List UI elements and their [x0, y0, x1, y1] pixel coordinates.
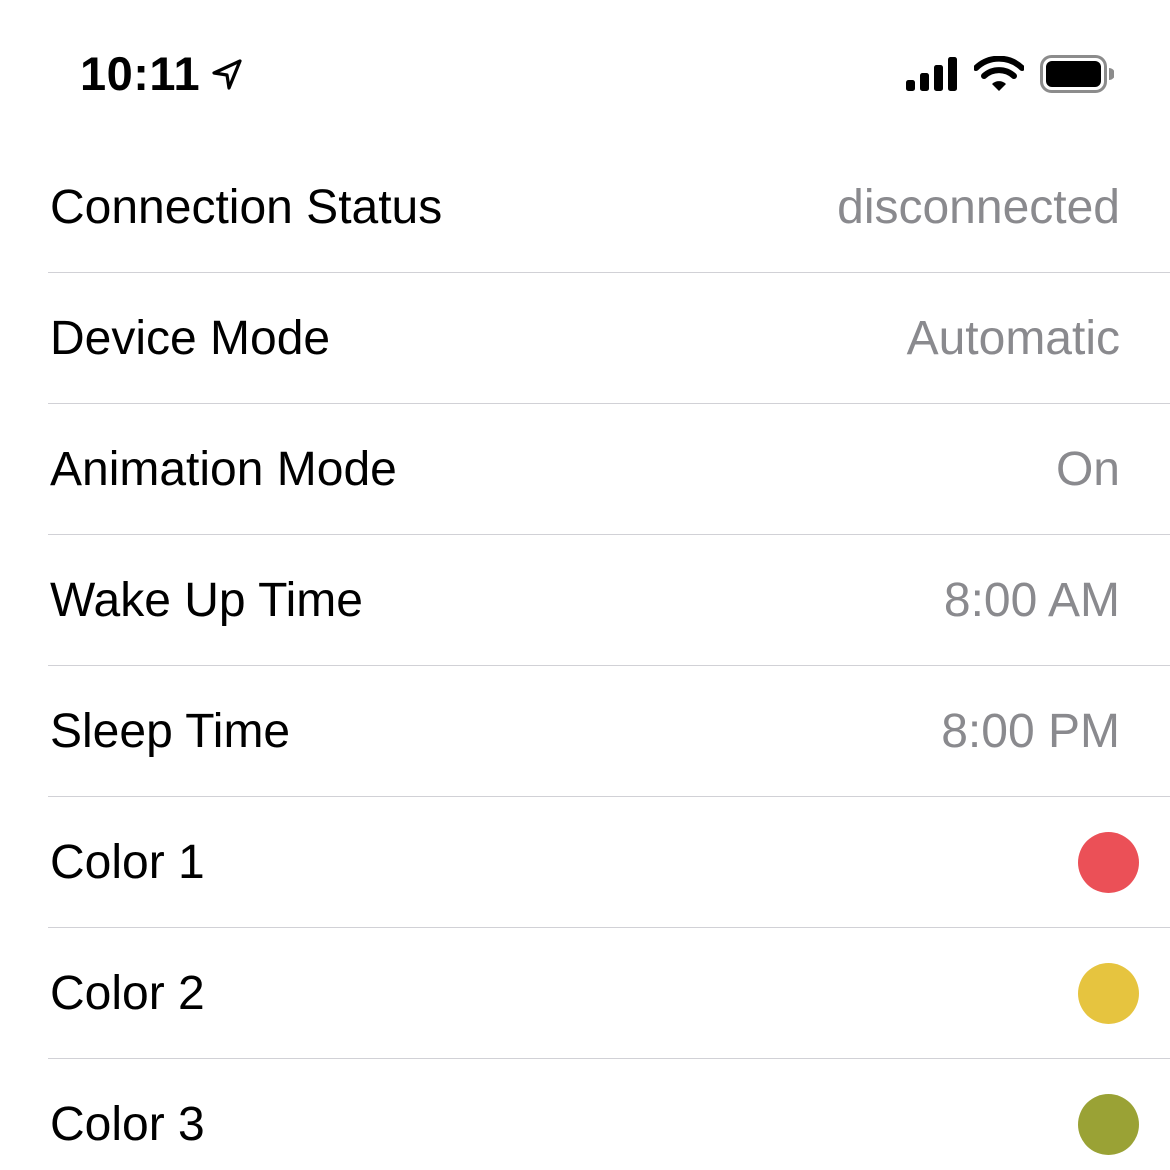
sleep-time-row[interactable]: Sleep Time 8:00 PM: [0, 666, 1170, 797]
connection-status-value: disconnected: [837, 181, 1120, 234]
wifi-icon: [974, 56, 1024, 92]
sleep-time-label: Sleep Time: [50, 705, 291, 758]
animation-mode-label: Animation Mode: [50, 443, 397, 496]
device-mode-row[interactable]: Device Mode Automatic: [0, 273, 1170, 404]
cellular-signal-icon: [906, 57, 958, 91]
settings-screen: 10:11 Connection Status disconnected Dev…: [0, 0, 1170, 1170]
wake-up-time-label: Wake Up Time: [50, 574, 363, 627]
location-arrow-icon: [210, 57, 244, 91]
status-icons: [906, 52, 1114, 96]
color-3-swatch[interactable]: [1078, 1094, 1139, 1155]
battery-icon: [1040, 55, 1114, 93]
animation-mode-value: On: [1055, 443, 1120, 496]
color-1-row[interactable]: Color 1: [0, 797, 1170, 928]
color-1-label: Color 1: [50, 836, 205, 889]
status-bar: 10:11: [0, 0, 1170, 140]
connection-status-row[interactable]: Connection Status disconnected: [0, 142, 1170, 273]
device-mode-label: Device Mode: [50, 312, 331, 365]
wake-up-time-value: 8:00 AM: [943, 574, 1120, 627]
sleep-time-value: 8:00 PM: [941, 705, 1120, 758]
color-1-swatch[interactable]: [1078, 832, 1139, 893]
wake-up-time-row[interactable]: Wake Up Time 8:00 AM: [0, 535, 1170, 666]
settings-list: Connection Status disconnected Device Mo…: [0, 142, 1170, 1170]
color-2-row[interactable]: Color 2: [0, 928, 1170, 1059]
color-3-label: Color 3: [50, 1098, 205, 1151]
color-3-row[interactable]: Color 3: [0, 1059, 1170, 1170]
animation-mode-row[interactable]: Animation Mode On: [0, 404, 1170, 535]
status-time: 10:11: [80, 47, 201, 100]
connection-status-label: Connection Status: [50, 181, 443, 234]
device-mode-value: Automatic: [906, 312, 1120, 365]
color-2-swatch[interactable]: [1078, 963, 1139, 1024]
status-time-group: 10:11: [80, 46, 244, 102]
color-2-label: Color 2: [50, 967, 205, 1020]
